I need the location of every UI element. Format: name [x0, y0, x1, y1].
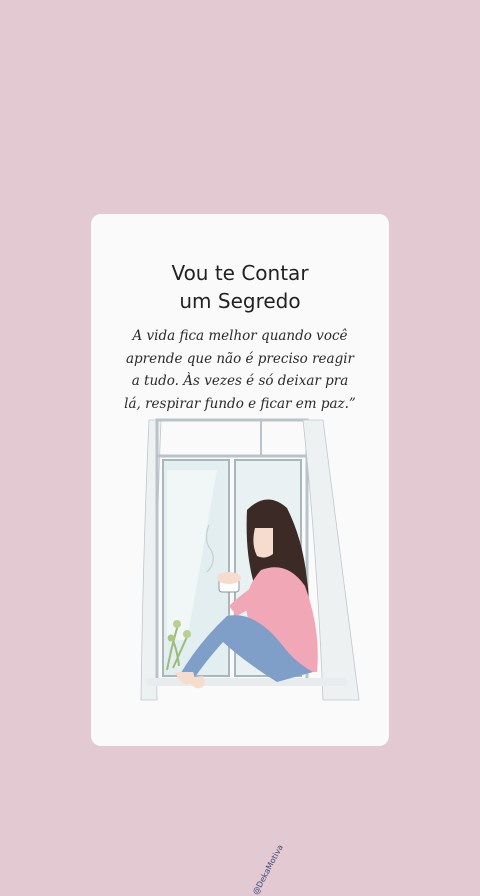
- title-line-2: um Segredo: [179, 289, 301, 313]
- quote-line: aprende que não é preciso reagir: [125, 350, 355, 367]
- artist-credit: @DekaMotiva: [251, 843, 285, 896]
- girl-window-illustration: [140, 418, 360, 701]
- quote-card: Vou te Contar um Segredo A vida fica mel…: [91, 214, 389, 896]
- quote-text: A vida fica melhor quando você aprende q…: [105, 325, 375, 415]
- title-line-1: Vou te Contar: [171, 261, 309, 285]
- quote-line: a tudo. Às vezes é só deixar pra: [131, 373, 349, 389]
- quote-line: A vida fica melhor quando você: [132, 328, 348, 344]
